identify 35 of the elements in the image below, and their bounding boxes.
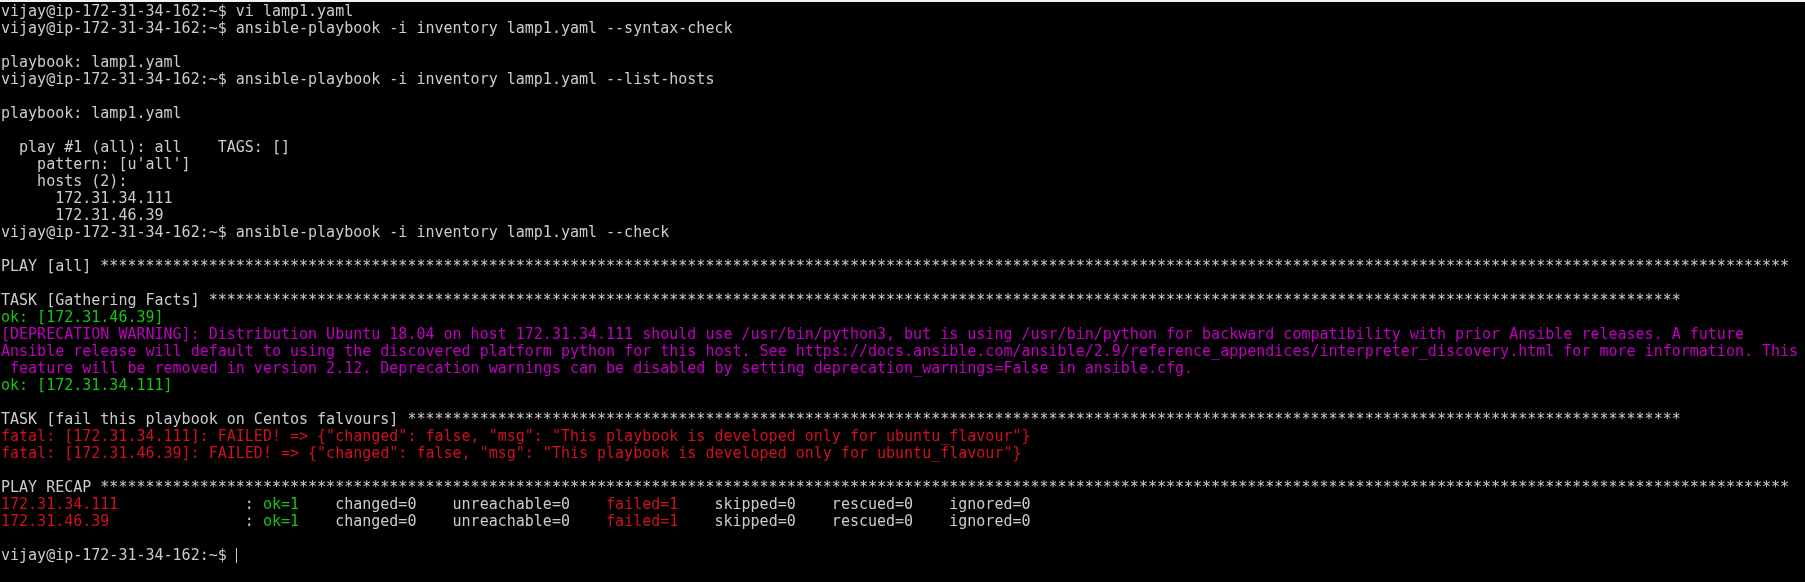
terminal-text: playbook: lamp1.yaml xyxy=(1,54,182,71)
terminal-text: 172.31.34.111 xyxy=(1,496,119,513)
terminal-text: [DEPRECATION WARNING]: Distribution Ubuntu 18.04 on host 172.31.34.111 should use /usr/bin/python3, but is using /usr/bin/python for backward compatibility with prior Ansible releases. A future xyxy=(1,326,1744,343)
terminal-text: failed=1 xyxy=(606,496,679,513)
terminal-text: ok=1 xyxy=(262,513,300,530)
terminal-text: ok: [172.31.34.111] xyxy=(1,377,173,394)
terminal-text: vijay@ip-172-31-34-162:~$ ansible-playbook -i inventory lamp1.yaml --check xyxy=(1,224,670,241)
terminal-text: : xyxy=(243,513,255,530)
terminal-text: Ansible release will default to using the discovered platform python for this host. See https://docs.ansible.com/ansible/2.9/reference_appendices/interpreter_discovery.html for more information. This xyxy=(1,343,1799,360)
terminal-text: playbook: lamp1.yaml xyxy=(1,105,182,122)
terminal-text: fatal: [172.31.34.111]: FAILED! => {"changed": false, "msg": "This playbook is developed only for ubuntu_flavour"} xyxy=(1,428,1031,445)
terminal-text: 172.31.46.39 xyxy=(1,513,110,530)
terminal-text: changed=0 unreachable=0 xyxy=(334,496,571,513)
terminal-text: pattern: [u'all'] xyxy=(36,156,191,173)
terminal-text: fatal: [172.31.46.39]: FAILED! => {"changed": false, "msg": "This playbook is developed only for ubuntu_flavour"} xyxy=(1,445,1022,462)
terminal-text: 172.31.34.111 xyxy=(54,190,173,207)
terminal-text: skipped=0 rescued=0 ignored=0 xyxy=(713,513,1031,530)
terminal-text: skipped=0 rescued=0 ignored=0 xyxy=(713,496,1031,513)
terminal-text: feature will be removed in version 2.12. Deprecation warnings can be disabled by setting deprecation_warnings=False in ansible.cfg. xyxy=(9,360,1194,377)
terminal-text: vijay@ip-172-31-34-162:~$ vi lamp1.yaml xyxy=(1,3,354,20)
terminal-text: changed=0 unreachable=0 xyxy=(334,513,571,530)
terminal-text: vijay@ip-172-31-34-162:~$ ansible-playbook -i inventory lamp1.yaml --list-hosts xyxy=(1,71,715,88)
terminal-text: 172.31.46.39 xyxy=(54,207,164,224)
terminal-text: hosts (2): xyxy=(36,173,128,190)
terminal-text: play #1 (all): all TAGS: [] xyxy=(18,139,290,156)
terminal-text: failed=1 xyxy=(606,513,679,530)
terminal-text: : xyxy=(243,496,255,513)
terminal-text: ok: [172.31.46.39] xyxy=(1,309,164,326)
terminal-text: vijay@ip-172-31-34-162:~$ ansible-playbook -i inventory lamp1.yaml --syntax-check xyxy=(1,20,733,37)
terminal-text: TASK [fail this playbook on Centos falvours] ********************************************************************************************************************************************* xyxy=(1,411,1681,428)
terminal-text: PLAY [all] ******************************************************************************************************************************************************************************************* xyxy=(1,258,1790,275)
terminal-text: ok=1 xyxy=(262,496,300,513)
prompt-text: vijay@ip-172-31-34-162:~$ xyxy=(1,547,228,564)
terminal-text: PLAY RECAP ******************************************************************************************************************************************************************************************* xyxy=(1,479,1790,496)
terminal-text: TASK [Gathering Facts] ******************************************************************************************************************************************************************* xyxy=(1,292,1681,309)
